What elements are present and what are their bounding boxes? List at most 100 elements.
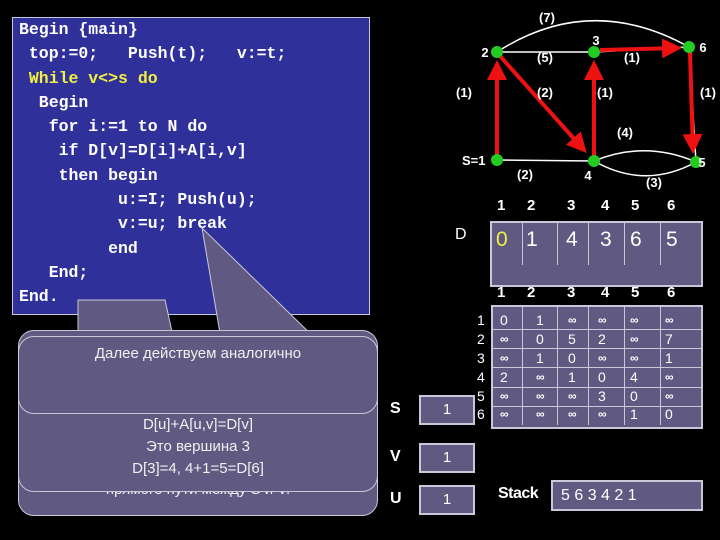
matrix-cell: ∞ [500, 332, 509, 346]
matrix-cell: ∞ [536, 389, 545, 403]
u-value: 1 [419, 485, 475, 515]
matrix-cell: 2 [500, 369, 508, 385]
node-label: 6 [699, 40, 706, 55]
matrix-cell: 4 [630, 369, 638, 385]
edge-weight: (7) [539, 10, 555, 25]
callout-middle-line: D[u]+A[u,v]=D[v] [142, 416, 254, 433]
graph-edge [496, 159, 595, 162]
graph-node [588, 155, 600, 167]
d-index: 5 [631, 197, 640, 214]
d-cell-divider [522, 223, 523, 265]
graph-node [491, 46, 503, 58]
d-index: 6 [667, 197, 676, 214]
path-edge [682, 51, 703, 154]
matrix-cell: 1 [536, 312, 544, 328]
matrix-row-header: 1 [477, 312, 485, 328]
graph: (7) (5) (1) (1) (2) (1) (1) (4) (2) (3) S=1 2 3 4 5 6 [456, 10, 716, 190]
matrix-cell: 1 [568, 369, 576, 385]
matrix-cell: 0 [598, 369, 606, 385]
matrix-cell: ∞ [568, 407, 577, 421]
matrix-col-header: 1 [497, 284, 506, 301]
matrix-row-header: 5 [477, 388, 485, 404]
v-label: V [390, 448, 401, 465]
matrix-cell: 1 [536, 350, 544, 366]
matrix-cell: ∞ [630, 332, 639, 346]
path-edge [498, 54, 587, 153]
matrix-row-header: 3 [477, 350, 485, 366]
d-cell-divider [588, 223, 589, 265]
matrix-cell: ∞ [630, 313, 639, 327]
d-index: 3 [567, 197, 576, 214]
matrix-cell: ∞ [598, 313, 607, 327]
matrix-row-divider [493, 387, 701, 388]
d-cell-divider [557, 223, 558, 265]
s-label: S [390, 400, 401, 417]
node-label: 3 [592, 33, 599, 48]
node-label: 4 [584, 168, 592, 183]
matrix-cell: ∞ [665, 313, 674, 327]
matrix-cell: 0 [568, 350, 576, 366]
matrix-cell: ∞ [536, 370, 545, 384]
matrix-row-divider [493, 348, 701, 349]
matrix-cell: ∞ [665, 389, 674, 403]
edge-weight: (1) [597, 85, 613, 100]
u-label: U [390, 490, 402, 507]
matrix-cell: ∞ [536, 407, 545, 421]
matrix-cell: ∞ [500, 389, 509, 403]
matrix-cell: 0 [536, 331, 544, 347]
matrix-col-divider [660, 307, 661, 425]
edge-weight: (1) [700, 85, 716, 100]
node-label: 2 [481, 45, 488, 60]
callout-middle-line: D[3]=4, 4+1=5=D[6] [132, 460, 264, 477]
matrix-col-divider [522, 307, 523, 425]
matrix-cell: ∞ [598, 407, 607, 421]
matrix-cell: ∞ [500, 351, 509, 365]
edge-weight: (1) [624, 50, 640, 65]
matrix-col-divider [588, 307, 589, 425]
stack-label: Stack [498, 485, 539, 502]
matrix-cell: 3 [598, 388, 606, 404]
matrix-cell: 2 [598, 331, 606, 347]
d-cell-divider [624, 223, 625, 265]
matrix-cell: 0 [500, 312, 508, 328]
edge-weight: (4) [617, 125, 633, 140]
graph-edge [593, 150, 697, 163]
matrix-row-header: 4 [477, 369, 485, 385]
matrix-cell: 0 [665, 406, 673, 422]
edge-weight: (1) [456, 85, 472, 100]
callout-top-text: Далее действуем аналогично [94, 345, 302, 362]
matrix-col-header: 6 [667, 284, 676, 301]
matrix-cell: 1 [630, 406, 638, 422]
matrix-cell: ∞ [665, 370, 674, 384]
matrix-cell: ∞ [598, 351, 607, 365]
d-index: 4 [601, 197, 610, 214]
d-value: 0 [496, 228, 508, 251]
graph-edge [593, 160, 697, 177]
d-value: 4 [566, 228, 578, 251]
matrix-col-header: 4 [601, 284, 610, 301]
d-cell-divider [660, 223, 661, 265]
matrix-col-header: 5 [631, 284, 640, 301]
matrix-col-divider [624, 307, 625, 425]
graph-node [683, 41, 695, 53]
matrix-row-divider [493, 367, 701, 368]
edge-weight: (3) [646, 175, 662, 190]
s-value: 1 [419, 395, 475, 425]
matrix-cell: 0 [630, 388, 638, 404]
matrix-col-divider [557, 307, 558, 425]
edge-weight: (5) [537, 50, 553, 65]
d-value: 5 [666, 228, 678, 251]
matrix-row-header: 6 [477, 406, 485, 422]
d-index: 2 [527, 197, 536, 214]
matrix-row-divider [493, 329, 701, 330]
matrix-row-header: 2 [477, 331, 485, 347]
edge-weight: (2) [517, 167, 533, 182]
matrix-cell: 1 [665, 350, 673, 366]
d-index: 1 [497, 197, 506, 214]
matrix-cell: ∞ [630, 351, 639, 365]
d-value: 6 [630, 228, 642, 251]
d-value: 3 [600, 228, 612, 251]
graph-node [491, 154, 503, 166]
node-label: S=1 [462, 153, 486, 168]
matrix-cell: 7 [665, 331, 673, 347]
